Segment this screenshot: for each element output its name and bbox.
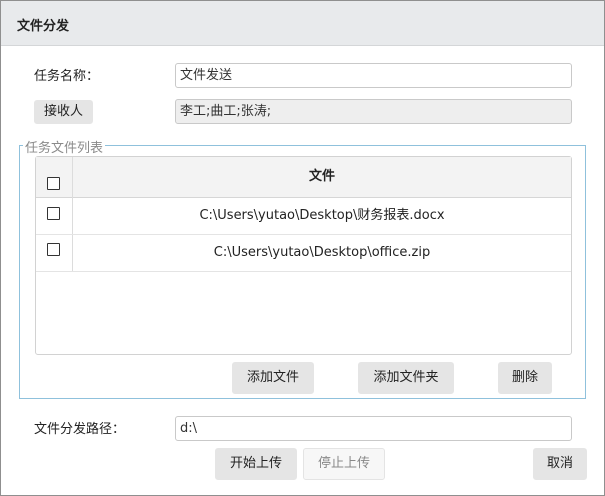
select-all-checkbox[interactable]: [47, 177, 60, 190]
file-distribution-dialog: 文件分发 任务名称： 文件发送 接收人 李工;曲工;张涛; 任务文件列表 文件 …: [0, 0, 605, 496]
task-name-input[interactable]: 文件发送: [175, 63, 572, 88]
receiver-button[interactable]: 接收人: [34, 100, 93, 124]
file-path-cell: C:\Users\yutao\Desktop\财务报表.docx: [199, 208, 445, 223]
column-header-file: 文件: [308, 169, 335, 184]
path-label: 文件分发路径：: [34, 422, 126, 437]
file-table: 文件 C:\Users\yutao\Desktop\财务报表.docx C:\U…: [35, 156, 572, 355]
task-name-label: 任务名称：: [34, 69, 100, 84]
add-file-button[interactable]: 添加文件: [232, 362, 314, 394]
path-input[interactable]: d:\: [175, 416, 572, 441]
dialog-title: 文件分发: [17, 19, 70, 34]
stop-upload-button[interactable]: 停止上传: [303, 448, 385, 480]
row-checkbox[interactable]: [47, 207, 60, 220]
table-header: 文件: [36, 157, 571, 198]
dialog-titlebar: 文件分发: [1, 1, 604, 46]
table-row[interactable]: C:\Users\yutao\Desktop\财务报表.docx: [36, 198, 571, 235]
delete-button[interactable]: 删除: [498, 362, 552, 394]
start-upload-button[interactable]: 开始上传: [215, 448, 297, 480]
file-path-cell: C:\Users\yutao\Desktop\office.zip: [213, 245, 431, 260]
add-folder-button[interactable]: 添加文件夹: [358, 362, 454, 394]
row-checkbox[interactable]: [47, 243, 60, 256]
file-list-legend: 任务文件列表: [23, 137, 106, 156]
cancel-button[interactable]: 取消: [533, 448, 587, 480]
receiver-field: 李工;曲工;张涛;: [175, 99, 572, 124]
table-row[interactable]: C:\Users\yutao\Desktop\office.zip: [36, 235, 571, 272]
